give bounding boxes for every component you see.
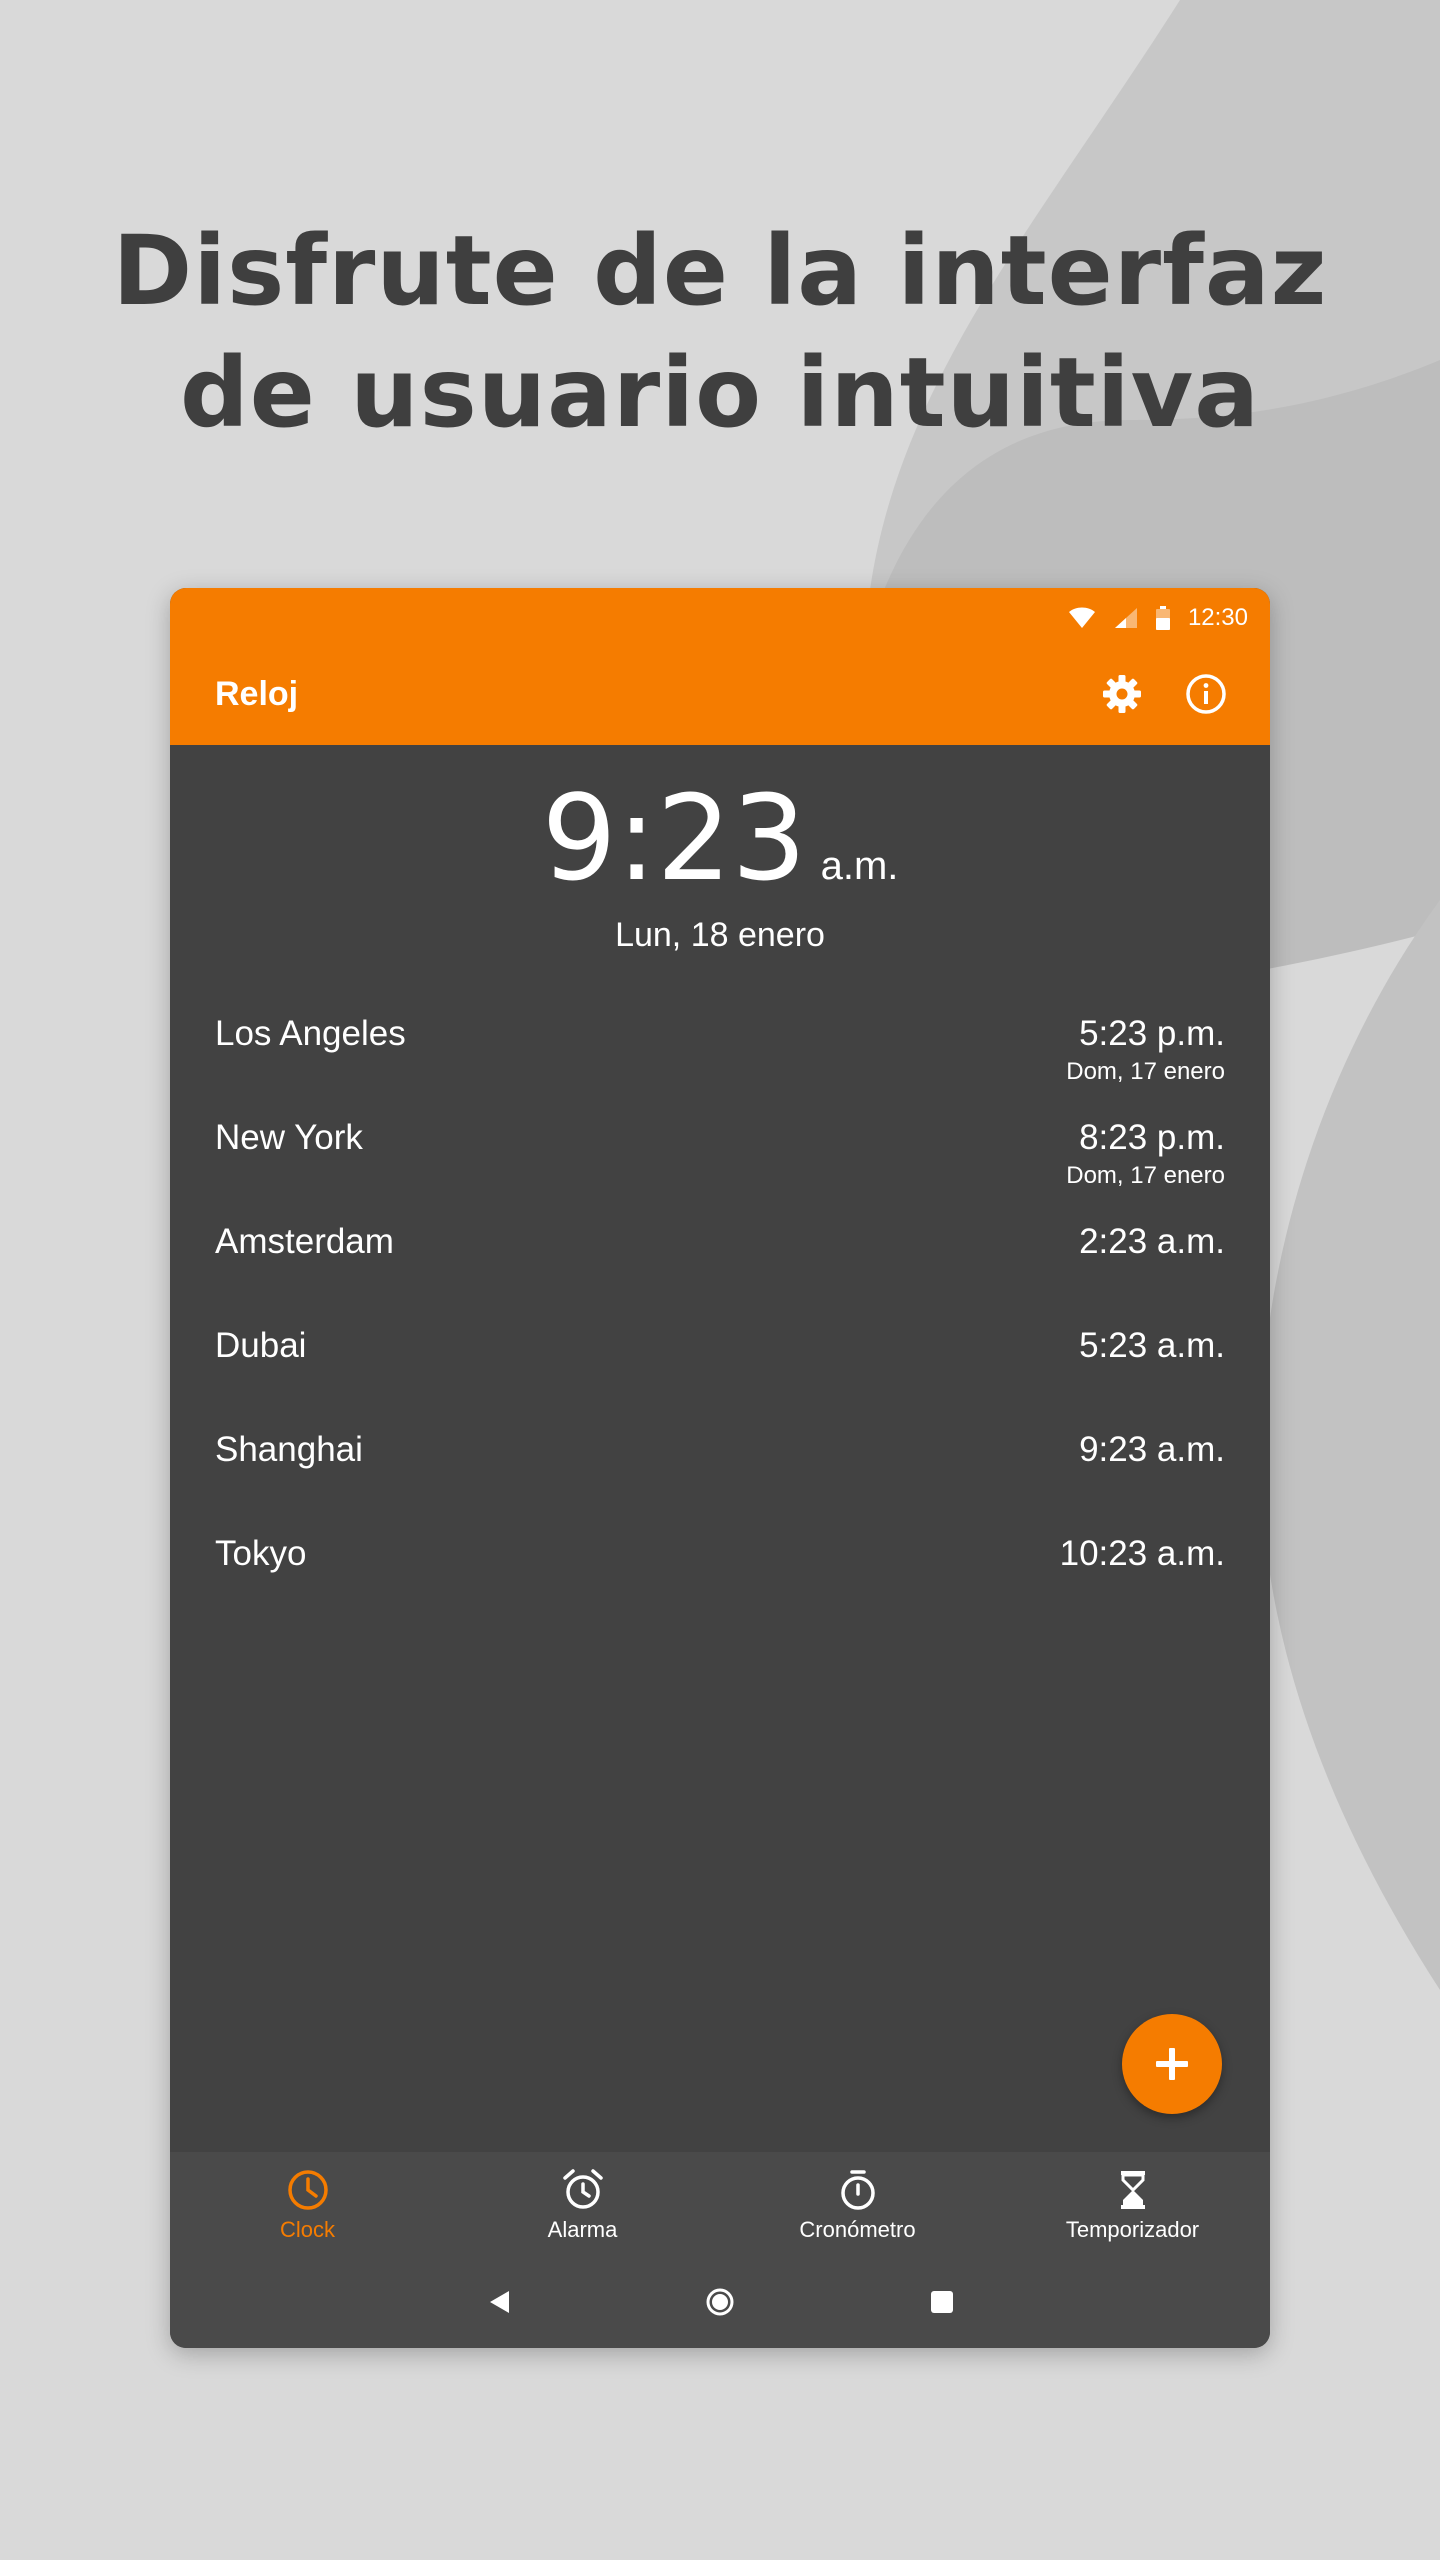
back-triangle-icon [490, 2291, 509, 2313]
tab-label: Clock [279, 2217, 335, 2242]
city-row-amsterdam[interactable]: Amsterdam 2:23 a.m. [215, 1216, 1225, 1320]
home-button[interactable] [696, 2278, 744, 2326]
city-name: Amsterdam [215, 1222, 394, 1261]
clock-icon [287, 2170, 328, 2210]
city-row-tokyo[interactable]: Tokyo 10:23 a.m. [215, 1528, 1225, 1632]
plus-icon [1156, 2048, 1188, 2080]
tab-stopwatch[interactable]: Cronómetro [720, 2152, 995, 2262]
city-date: Dom, 17 enero [1066, 1162, 1225, 1189]
settings-button[interactable] [1094, 666, 1150, 722]
city-time: 2:23 a.m. [1079, 1222, 1225, 1261]
system-navigation-bar [170, 2264, 1270, 2340]
main-clock: 9:23 a.m. [170, 768, 1270, 908]
status-bar: 12:30 [1068, 596, 1248, 640]
city-date: Dom, 17 enero [1066, 1058, 1225, 1085]
city-name: Shanghai [215, 1430, 363, 1469]
city-row-new-york[interactable]: New York 8:23 p.m. Dom, 17 enero [215, 1112, 1225, 1216]
city-row-shanghai[interactable]: Shanghai 9:23 a.m. [215, 1424, 1225, 1528]
headline: Disfrute de la interfaz de usuario intui… [0, 210, 1440, 454]
stopwatch-icon [840, 2170, 875, 2210]
recent-apps-square-icon [931, 2291, 953, 2313]
info-icon [1186, 674, 1226, 714]
home-circle-icon [706, 2288, 734, 2316]
city-time: 5:23 a.m. [1079, 1326, 1225, 1365]
tab-timer[interactable]: Temporizador [995, 2152, 1270, 2262]
main-clock-time: 9:23 [541, 769, 807, 907]
hourglass-icon [1120, 2171, 1145, 2209]
city-row-los-angeles[interactable]: Los Angeles 5:23 p.m. Dom, 17 enero [215, 1008, 1225, 1112]
city-time: 9:23 a.m. [1079, 1430, 1225, 1469]
city-name: Tokyo [215, 1534, 307, 1573]
city-time: 10:23 a.m. [1059, 1534, 1225, 1573]
battery-icon [1155, 606, 1170, 630]
city-time: 8:23 p.m. [1079, 1118, 1225, 1157]
alarm-clock-icon [562, 2169, 603, 2209]
tab-alarm[interactable]: Alarma [445, 2152, 720, 2262]
app-title: Reloj [215, 675, 299, 713]
tab-clock[interactable]: Clock [170, 2152, 445, 2262]
bottom-navigation: Clock Alarma Cronómetro Temporizador [170, 2152, 1270, 2348]
device-screen: 12:30 Reloj 9:23 a.m. Lun, 18 enero Los … [170, 588, 1270, 2348]
headline-line-2: de usuario intuitiva [179, 337, 1261, 449]
city-name: Los Angeles [215, 1014, 406, 1053]
main-clock-date: Lun, 18 enero [615, 916, 825, 954]
headline-line-1: Disfrute de la interfaz [112, 215, 1328, 327]
recent-apps-button[interactable] [918, 2278, 966, 2326]
gear-icon [1103, 675, 1141, 713]
tab-label: Cronómetro [799, 2217, 916, 2242]
tab-label: Temporizador [1065, 2217, 1200, 2242]
nav-tabs: Clock Alarma Cronómetro Temporizador [170, 2152, 1270, 2262]
world-clock-list: Los Angeles 5:23 p.m. Dom, 17 enero New … [215, 1008, 1225, 1632]
cell-signal-icon [1114, 608, 1137, 628]
app-bar: 12:30 Reloj [170, 588, 1270, 745]
city-name: New York [215, 1118, 363, 1157]
city-time: 5:23 p.m. [1079, 1014, 1225, 1053]
city-row-dubai[interactable]: Dubai 5:23 a.m. [215, 1320, 1225, 1424]
info-button[interactable] [1178, 666, 1234, 722]
city-name: Dubai [215, 1326, 307, 1365]
wifi-icon [1068, 607, 1095, 628]
back-button[interactable] [476, 2278, 524, 2326]
status-time: 12:30 [1187, 604, 1248, 631]
add-city-button[interactable] [1122, 2014, 1222, 2114]
tab-label: Alarma [547, 2217, 618, 2242]
main-clock-ampm: a.m. [820, 844, 899, 888]
